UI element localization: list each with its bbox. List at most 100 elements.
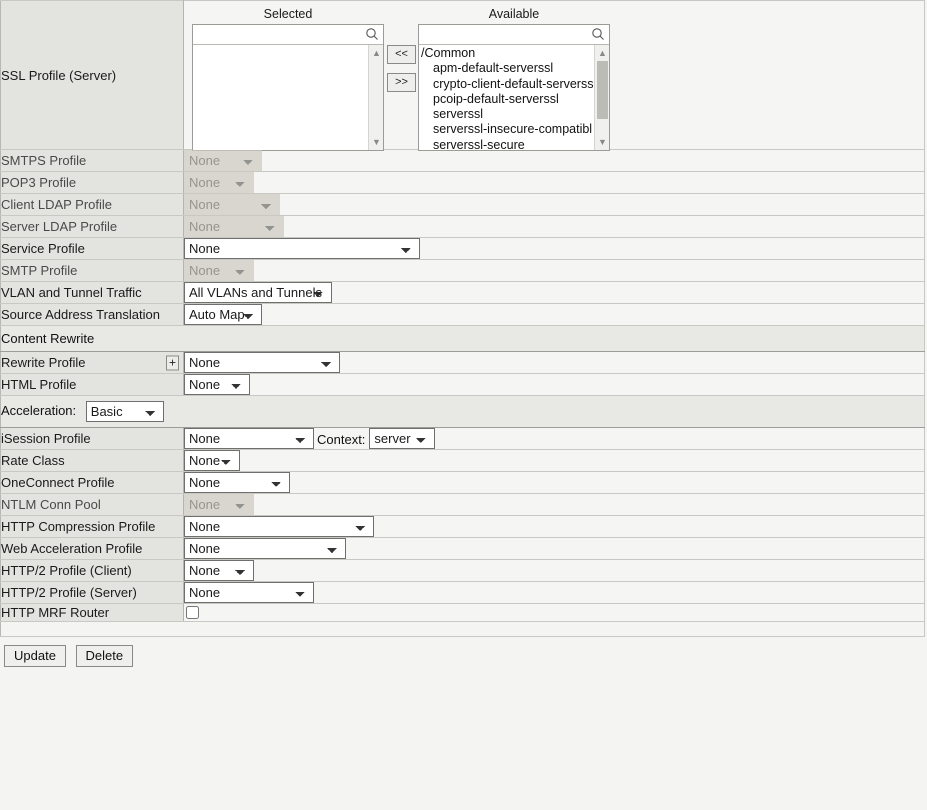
http-compression-profile-select[interactable]: None — [184, 516, 374, 537]
row-field-service-profile: None — [184, 238, 925, 260]
scrollbar-thumb[interactable] — [597, 61, 608, 119]
row-label-http-mrf-router: HTTP MRF Router — [1, 604, 184, 622]
row-label-server-ldap-profile: Server LDAP Profile — [1, 216, 184, 238]
row-label-text: HTTP Compression Profile — [1, 519, 155, 534]
available-search-input[interactable] — [419, 25, 588, 42]
available-scrollbar[interactable]: ▲ ▼ — [594, 45, 609, 150]
http-mrf-router-checkbox[interactable] — [186, 606, 199, 619]
scroll-down-icon[interactable]: ▼ — [369, 135, 383, 149]
section-header-cell: Content Rewrite — [1, 326, 925, 352]
smtp-profile-select[interactable]: None — [184, 260, 254, 281]
row-field-http2-profile-client: None — [184, 560, 925, 582]
table-row: iSession Profile NoneContext:server — [1, 428, 925, 450]
row-field-http2-profile-server: None — [184, 582, 925, 604]
table-row: Rewrite Profile + None — [1, 352, 925, 374]
row-field-http-compression-profile: None — [184, 516, 925, 538]
row-field-http-mrf-router — [184, 604, 925, 622]
oneconnect-profile-select[interactable]: None — [184, 472, 290, 493]
table-row: SMTPS Profile None — [1, 150, 925, 172]
row-field-ntlm-conn-pool: None — [184, 494, 925, 516]
move-left-button[interactable]: << — [387, 45, 416, 64]
available-listbox[interactable]: /Commonapm-default-serversslcrypto-clien… — [418, 24, 610, 151]
list-item[interactable]: pcoip-default-serverssl — [419, 92, 609, 107]
isession-context-select[interactable]: server — [369, 428, 435, 449]
row-field-rate-class: None — [184, 450, 925, 472]
http2-profile-client-select[interactable]: None — [184, 560, 254, 581]
row-label-isession-profile: iSession Profile — [1, 428, 184, 450]
row-label-text: Server LDAP Profile — [1, 219, 117, 234]
acceleration-mode-select[interactable]: Basic — [86, 401, 164, 422]
source-address-translation-select[interactable]: Auto Map — [184, 304, 262, 325]
row-label-oneconnect-profile: OneConnect Profile — [1, 472, 184, 494]
available-column: Available — [418, 7, 610, 151]
section-title: Acceleration: — [1, 403, 76, 418]
row-label-ssl-profile-server: SSL Profile (Server) — [1, 1, 184, 150]
selected-listbox[interactable]: ▲ ▼ — [192, 24, 384, 151]
table-row: Client LDAP Profile None — [1, 194, 925, 216]
client-ldap-profile-select[interactable]: None — [184, 194, 280, 215]
table-row: HTTP Compression Profile None — [1, 516, 925, 538]
web-acceleration-profile-select[interactable]: None — [184, 538, 346, 559]
table-row: HTTP/2 Profile (Client) None — [1, 560, 925, 582]
rewrite-profile-select[interactable]: None — [184, 352, 340, 373]
ntlm-conn-pool-select[interactable]: None — [184, 494, 254, 515]
list-item[interactable]: serverssl — [419, 107, 609, 122]
list-item[interactable]: apm-default-serverssl — [419, 61, 609, 76]
table-row: VLAN and Tunnel Traffic All VLANs and Tu… — [1, 282, 925, 304]
html-profile-select[interactable]: None — [184, 374, 250, 395]
row-label-text: Rate Class — [1, 453, 65, 468]
available-list-body[interactable]: /Commonapm-default-serversslcrypto-clien… — [419, 45, 609, 150]
selected-option-list[interactable] — [193, 45, 383, 46]
pop3-profile-select[interactable]: None — [184, 172, 254, 193]
spacer-cell-left — [1, 622, 184, 637]
section-header-acceleration: Acceleration: Basic — [1, 396, 925, 428]
server-ldap-profile-select[interactable]: None — [184, 216, 284, 237]
http2-profile-server-select[interactable]: None — [184, 582, 314, 603]
table-row: NTLM Conn Pool None — [1, 494, 925, 516]
expand-rewrite-profile-button[interactable]: + — [166, 355, 179, 370]
selected-scrollbar[interactable]: ▲ ▼ — [368, 45, 383, 150]
row-label-text: SSL Profile (Server) — [1, 68, 116, 83]
table-row: Server LDAP Profile None — [1, 216, 925, 238]
form-action-bar: Update Delete — [0, 637, 927, 667]
scroll-up-icon[interactable]: ▲ — [595, 46, 609, 60]
search-icon — [365, 27, 379, 41]
list-item[interactable]: /Common — [419, 46, 609, 61]
row-label-text: Client LDAP Profile — [1, 197, 112, 212]
list-item[interactable]: crypto-client-default-serverss — [419, 77, 609, 92]
isession-profile-select[interactable]: None — [184, 428, 314, 449]
search-icon — [591, 27, 605, 41]
available-search-row[interactable] — [419, 25, 609, 45]
list-item[interactable]: serverssl-insecure-compatibl — [419, 122, 609, 137]
row-label-text: Web Acceleration Profile — [1, 541, 142, 556]
section-header-content-rewrite: Content Rewrite — [1, 326, 925, 352]
service-profile-select[interactable]: None — [184, 238, 420, 259]
list-item[interactable]: serverssl-secure — [419, 138, 609, 150]
row-label-service-profile: Service Profile — [1, 238, 184, 260]
row-field-pop3-profile: None — [184, 172, 925, 194]
scroll-down-icon[interactable]: ▼ — [595, 135, 609, 149]
move-right-button[interactable]: >> — [387, 73, 416, 92]
row-label-text: HTTP/2 Profile (Server) — [1, 585, 137, 600]
selected-search-input[interactable] — [193, 25, 362, 42]
update-button[interactable]: Update — [4, 645, 66, 667]
vlan-tunnel-traffic-select[interactable]: All VLANs and Tunnels — [184, 282, 332, 303]
row-field-vlan-tunnel-traffic: All VLANs and Tunnels — [184, 282, 925, 304]
row-label-text: Source Address Translation — [1, 307, 160, 322]
row-label-text: Rewrite Profile — [1, 355, 86, 370]
selected-search-row[interactable] — [193, 25, 383, 45]
row-label-text: VLAN and Tunnel Traffic — [1, 285, 142, 300]
selected-list-body[interactable]: ▲ ▼ — [193, 45, 383, 150]
row-label-text: SMTPS Profile — [1, 153, 86, 168]
row-field-server-ldap-profile: None — [184, 216, 925, 238]
delete-button[interactable]: Delete — [76, 645, 134, 667]
row-label-rewrite-profile: Rewrite Profile + — [1, 352, 184, 374]
smtps-profile-select[interactable]: None — [184, 150, 262, 171]
table-row: Rate Class None — [1, 450, 925, 472]
scroll-up-icon[interactable]: ▲ — [369, 46, 383, 60]
table-row: SSL Profile (Server) Selected — [1, 1, 925, 150]
table-row: SMTP Profile None — [1, 260, 925, 282]
row-label-text: HTTP/2 Profile (Client) — [1, 563, 132, 578]
available-option-list[interactable]: /Commonapm-default-serversslcrypto-clien… — [419, 45, 609, 150]
rate-class-select[interactable]: None — [184, 450, 240, 471]
